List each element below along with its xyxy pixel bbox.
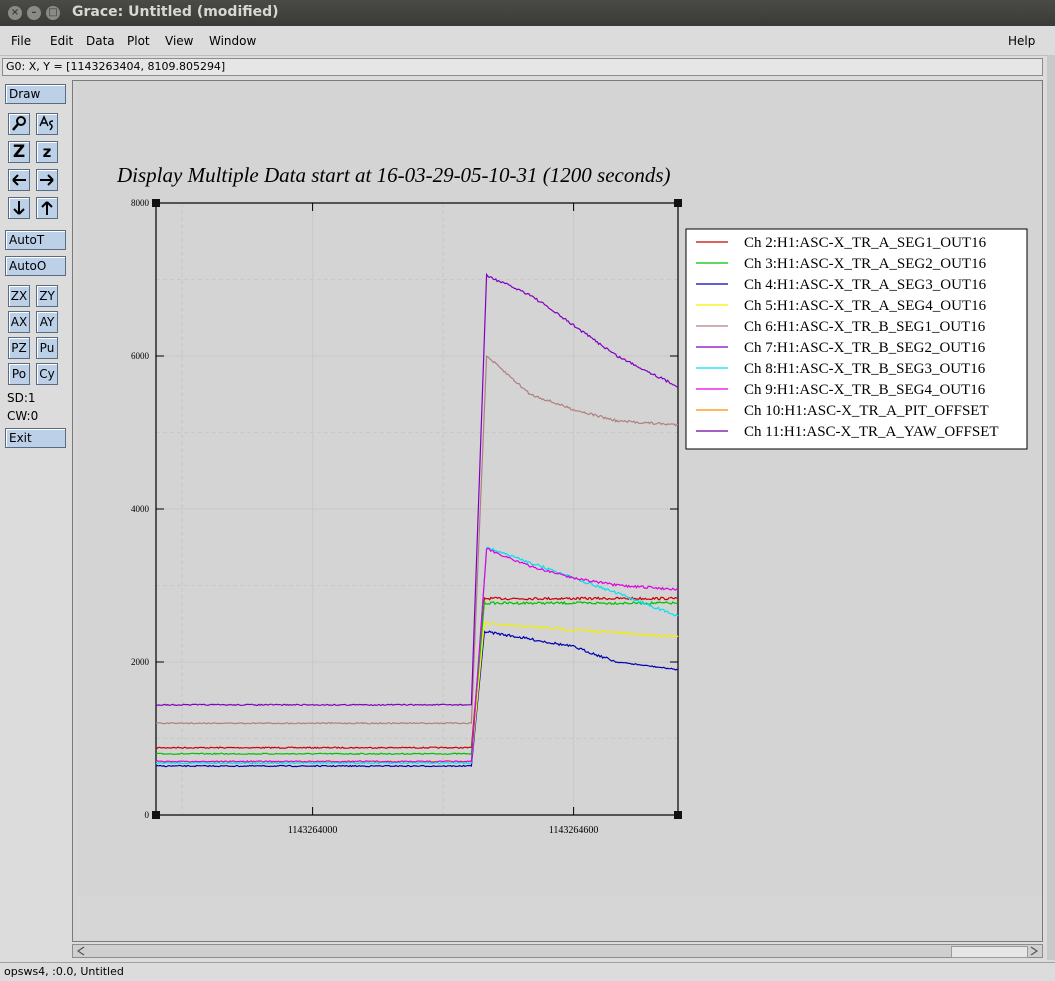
scroll-up-button[interactable] <box>36 197 58 219</box>
minimize-window-icon[interactable]: – <box>27 6 41 20</box>
title-bar: × – □ Grace: Untitled (modified) <box>0 0 1055 26</box>
draw-button[interactable]: Draw <box>5 84 66 104</box>
menu-help[interactable]: Help <box>1008 34 1035 48</box>
zoom-magnifier-button[interactable] <box>8 113 30 135</box>
autoscale-x-button[interactable]: AX <box>8 311 30 333</box>
window-title: Grace: Untitled (modified) <box>72 4 279 20</box>
zoom-y-button[interactable]: ZY <box>36 285 58 307</box>
right-edge-strip <box>1047 55 1055 960</box>
zoom-out-button[interactable]: z <box>36 141 58 163</box>
tool-panel: Draw Z z AutoT AutoO ZX ZY AX AY PZ Pu P… <box>0 80 70 950</box>
scroll-right-button[interactable] <box>36 169 58 191</box>
arrow-right-icon <box>40 174 54 186</box>
menu-plot[interactable]: Plot <box>127 34 150 48</box>
push-zoom-button[interactable]: PZ <box>8 337 30 359</box>
zoom-x-button[interactable]: ZX <box>8 285 30 307</box>
menu-bar: File Edit Data Plot View Window Help <box>0 27 1055 56</box>
stack-depth-label: SD:1 <box>7 391 36 405</box>
menu-file[interactable]: File <box>11 34 31 48</box>
cycle-button[interactable]: Cy <box>36 363 58 385</box>
scroll-left-arrow-icon[interactable] <box>75 945 87 957</box>
autoticks-button[interactable]: AutoO <box>5 256 66 276</box>
autoscale-button[interactable]: AutoT <box>5 230 66 250</box>
maximize-window-icon[interactable]: □ <box>46 6 60 20</box>
scroll-right-arrow-icon[interactable] <box>1028 945 1040 957</box>
text-ab-icon <box>39 115 54 131</box>
arrow-down-icon <box>13 201 25 215</box>
arrow-left-icon <box>12 174 26 186</box>
current-world-label: CW:0 <box>7 409 39 423</box>
plot-canvas[interactable] <box>77 81 1042 896</box>
menu-window[interactable]: Window <box>209 34 256 48</box>
exit-button[interactable]: Exit <box>5 428 66 448</box>
locator-readout: G0: X, Y = [1143263404, 8109.805294] <box>2 58 1043 76</box>
push-button[interactable]: Pu <box>36 337 58 359</box>
menu-view[interactable]: View <box>165 34 193 48</box>
status-bar: opsws4, :0.0, Untitled <box>0 962 1055 980</box>
arrow-up-icon <box>41 201 53 215</box>
scrollbar-thumb[interactable] <box>951 946 1028 958</box>
pop-button[interactable]: Po <box>8 363 30 385</box>
menu-data[interactable]: Data <box>86 34 115 48</box>
horizontal-scrollbar[interactable] <box>72 944 1043 958</box>
magnifier-icon <box>12 116 26 131</box>
zoom-in-button[interactable]: Z <box>8 141 30 163</box>
autoscale-y-button[interactable]: AY <box>36 311 58 333</box>
close-window-icon[interactable]: × <box>8 6 22 20</box>
scroll-left-button[interactable] <box>8 169 30 191</box>
menu-edit[interactable]: Edit <box>50 34 73 48</box>
scroll-down-button[interactable] <box>8 197 30 219</box>
text-tool-button[interactable] <box>36 113 58 135</box>
